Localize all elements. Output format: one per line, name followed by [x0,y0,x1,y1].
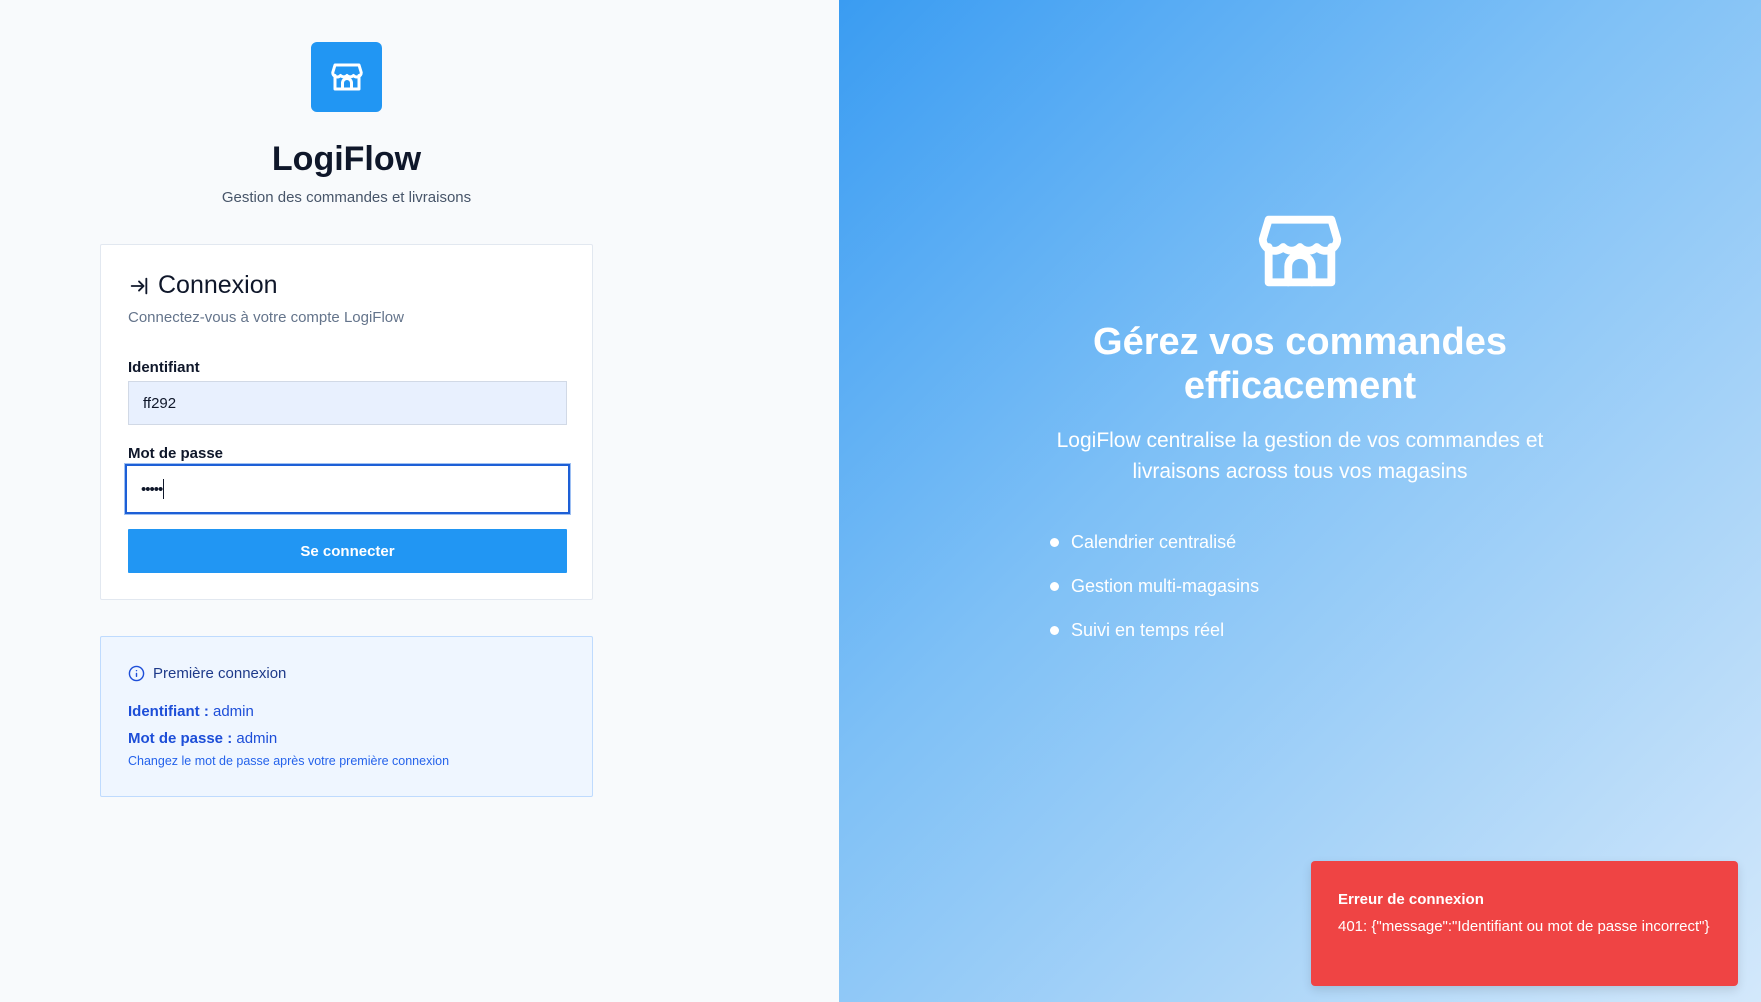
login-subtitle: Connectez-vous à votre compte LogiFlow [128,309,404,326]
default-username-row: Identifiant : admin [128,703,254,720]
bullet-icon [1050,537,1059,547]
first-login-note: Changez le mot de passe après votre prem… [128,754,450,768]
login-title-text: Connexion [158,271,278,299]
toast-message: 401: {"message":"Identifiant ou mot de p… [1338,918,1710,935]
login-panel: LogiFlow Gestion des commandes et livrai… [0,0,839,1002]
login-arrow-icon [130,277,148,294]
username-input[interactable]: ff292 [128,381,567,425]
logo [311,42,382,112]
feature-label: Calendrier centralisé [1071,531,1237,552]
feature-item: Gestion multi-magasins [1050,564,1259,608]
username-label: Identifiant [128,359,200,376]
app-tagline: Gestion des commandes et livraisons [221,189,472,206]
first-login-header: Première connexion [128,665,286,682]
first-login-info: Première connexion Identifiant : admin M… [100,636,593,797]
hero-description: LogiFlow centralise la gestion de vos co… [1056,429,1544,483]
default-username-key: Identifiant : [128,703,209,720]
store-icon [330,63,363,91]
login-button[interactable]: Se connecter [128,529,567,573]
hero-panel [839,0,1761,1002]
info-circle-icon [128,665,145,682]
app-name: LogiFlow [271,140,422,178]
login-card: Connexion Connectez-vous à votre compte … [100,244,593,600]
default-password-value: admin [236,730,278,747]
default-username-value: admin [213,703,254,720]
toast-title: Erreur de connexion [1338,891,1484,908]
feature-list: Calendrier centralisé Gestion multi-maga… [1050,520,1259,652]
username-value: ff292 [143,394,177,412]
first-login-title: Première connexion [153,665,287,682]
store-icon [1258,215,1342,287]
feature-item: Suivi en temps réel [1050,608,1259,652]
hero-title: Gérez vos commandes efficacement [1093,321,1507,407]
default-password-key: Mot de passe : [128,730,233,747]
password-label: Mot de passe [128,445,224,462]
feature-label: Suivi en temps réel [1071,619,1225,640]
default-password-row: Mot de passe : admin [128,730,277,747]
text-caret [163,479,165,499]
bullet-icon [1050,581,1059,591]
login-title: Connexion [128,271,278,300]
error-toast[interactable]: Erreur de connexion 401: {"message":"Ide… [1311,861,1738,986]
feature-label: Gestion multi-magasins [1071,575,1260,596]
password-input[interactable]: ••••• [125,464,570,514]
bullet-icon [1050,625,1059,635]
password-value: ••••• [141,480,163,498]
feature-item: Calendrier centralisé [1050,520,1259,564]
